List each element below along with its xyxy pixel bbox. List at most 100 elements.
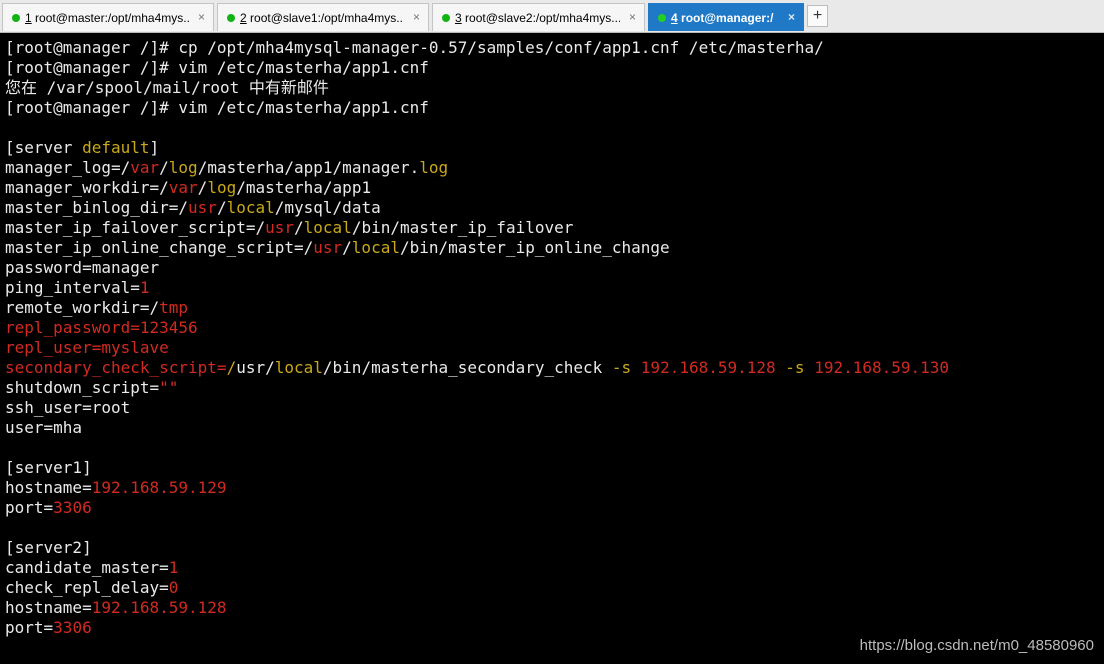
terminal-text: -s	[611, 358, 632, 377]
terminal-text: secondary_check_script=	[5, 358, 227, 377]
terminal-text: 您在 /var/spool/mail/root 中有新邮件	[5, 78, 329, 97]
terminal-text: [server	[5, 138, 83, 157]
terminal-text: [root@manager /]# vim /etc/masterha/app1…	[5, 58, 429, 77]
close-icon[interactable]: ×	[413, 10, 420, 24]
connection-status-icon	[12, 14, 20, 22]
terminal-line: user=mha	[5, 418, 949, 438]
terminal-line: hostname=192.168.59.129	[5, 478, 949, 498]
terminal-text: tmp	[159, 298, 189, 317]
terminal-text: /bin/master_ip_online_change	[399, 238, 670, 257]
terminal-text: 192.168.59.129	[91, 478, 227, 497]
terminal-text: hostname=	[5, 478, 92, 497]
new-tab-button[interactable]: +	[807, 5, 828, 27]
terminal-line: master_ip_online_change_script=/usr/loca…	[5, 238, 949, 258]
terminal-text: 0	[168, 578, 179, 597]
terminal-text: 192.168.59.128	[91, 598, 227, 617]
terminal-text: local	[274, 358, 323, 377]
terminal-text: [root@manager /]# cp /opt/mha4mysql-mana…	[5, 38, 824, 57]
terminal-screen[interactable]: [root@manager /]# cp /opt/mha4mysql-mana…	[0, 33, 1104, 664]
tab-title: 4 root@manager:/	[671, 11, 774, 25]
connection-status-icon	[658, 14, 666, 22]
terminal-text: password=manager	[5, 258, 160, 277]
terminal-text: local	[303, 218, 352, 237]
terminal-text: master_ip_failover_script=/	[5, 218, 266, 237]
terminal-text: hostname=	[5, 598, 92, 617]
terminal-text: port=	[5, 618, 54, 637]
terminal-line: shutdown_script=""	[5, 378, 949, 398]
watermark: https://blog.csdn.net/m0_48580960	[859, 637, 1094, 654]
terminal-text: /	[342, 238, 352, 257]
terminal-text: var	[168, 178, 198, 197]
terminal-line: remote_workdir=/tmp	[5, 298, 949, 318]
terminal-text: shutdown_script=	[5, 378, 160, 397]
terminal-text: /mysql/data	[274, 198, 381, 217]
close-icon[interactable]: ×	[788, 10, 795, 24]
tab-bar: 1 root@master:/opt/mha4mys... × 2 root@s…	[0, 0, 1104, 33]
terminal-text: manager_log=/	[5, 158, 131, 177]
tab-manager[interactable]: 4 root@manager:/ ×	[648, 3, 804, 31]
terminal-line: port=3306	[5, 498, 949, 518]
terminal-text: ping_interval=	[5, 278, 140, 297]
tab-slave1[interactable]: 2 root@slave1:/opt/mha4mys... ×	[217, 3, 429, 31]
close-icon[interactable]: ×	[198, 10, 205, 24]
terminal-text: /bin/masterha_secondary_check	[322, 358, 612, 377]
terminal-text: usr	[188, 198, 217, 217]
terminal-text: 1	[168, 558, 179, 577]
terminal-line: [root@manager /]# cp /opt/mha4mysql-mana…	[5, 38, 949, 58]
terminal-line: check_repl_delay=0	[5, 578, 949, 598]
terminal-text: log	[207, 178, 237, 197]
tab-title: 2 root@slave1:/opt/mha4mys...	[240, 11, 404, 25]
terminal-text: remote_workdir=/	[5, 298, 160, 317]
terminal-line: ssh_user=root	[5, 398, 949, 418]
terminal-line: manager_log=/var/log/masterha/app1/manag…	[5, 158, 949, 178]
terminal-text: ]	[149, 138, 160, 157]
close-icon[interactable]: ×	[629, 10, 636, 24]
terminal-text: /bin/master_ip_failover	[351, 218, 574, 237]
terminal-text: -s	[785, 358, 805, 377]
terminal-line: port=3306	[5, 618, 949, 638]
terminal-text: /	[216, 198, 227, 217]
terminal-text: /	[159, 158, 169, 177]
terminal-output: [root@manager /]# cp /opt/mha4mysql-mana…	[5, 38, 949, 638]
terminal-line: manager_workdir=/var/log/masterha/app1	[5, 178, 949, 198]
terminal-text: default	[82, 138, 150, 157]
tab-slave2[interactable]: 3 root@slave2:/opt/mha4mys... ×	[432, 3, 645, 31]
terminal-text: master_binlog_dir=/	[5, 198, 189, 217]
terminal-line: master_binlog_dir=/usr/local/mysql/data	[5, 198, 949, 218]
terminal-text: local	[226, 198, 275, 217]
terminal-line: ping_interval=1	[5, 278, 949, 298]
terminal-text: manager_workdir=/	[5, 178, 169, 197]
terminal-text: user=mha	[5, 418, 83, 437]
terminal-line: [root@manager /]# vim /etc/masterha/app1…	[5, 98, 949, 118]
terminal-line: password=manager	[5, 258, 949, 278]
terminal-text: port=	[5, 498, 54, 517]
terminal-text: ssh_user=root	[5, 398, 131, 417]
terminal-text: 3306	[53, 618, 92, 637]
terminal-text: 1	[139, 278, 150, 297]
tab-title: 3 root@slave2:/opt/mha4mys...	[455, 11, 620, 25]
terminal-text: local	[351, 238, 400, 257]
terminal-text: master_ip_online_change_script=/	[5, 238, 314, 257]
terminal-text: [server1]	[5, 458, 92, 477]
tab-master[interactable]: 1 root@master:/opt/mha4mys... ×	[2, 3, 214, 31]
terminal-text: candidate_master=	[5, 558, 169, 577]
terminal-line: repl_user=myslave	[5, 338, 949, 358]
terminal-text: var	[130, 158, 160, 177]
terminal-text: usr	[313, 238, 343, 257]
terminal-text: [server2]	[5, 538, 92, 557]
terminal-text: log	[168, 158, 198, 177]
terminal-line: hostname=192.168.59.128	[5, 598, 949, 618]
terminal-text: /	[294, 218, 304, 237]
terminal-line: repl_password=123456	[5, 318, 949, 338]
terminal-text: check_repl_delay=	[5, 578, 169, 597]
terminal-text: usr/	[236, 358, 275, 377]
terminal-text: repl_user=myslave	[5, 338, 169, 357]
terminal-text: /	[226, 358, 237, 377]
terminal-text: log	[419, 158, 449, 177]
terminal-line: [server1]	[5, 458, 949, 478]
